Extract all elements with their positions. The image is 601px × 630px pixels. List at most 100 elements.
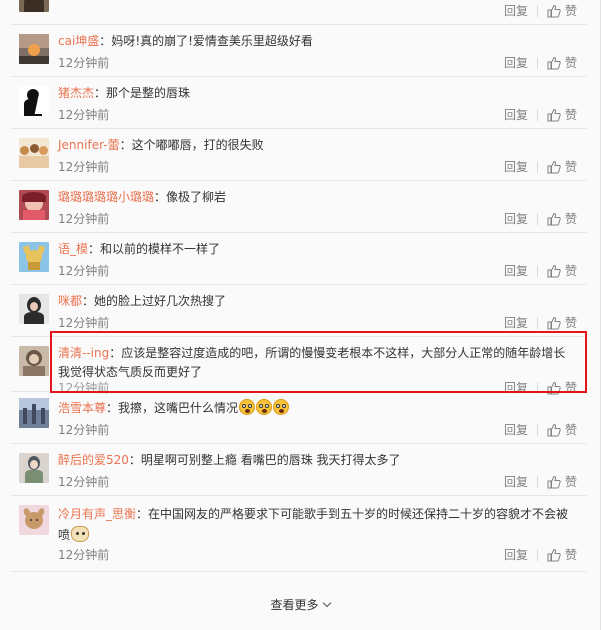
- comment-item: 回复 赞: [11, 0, 587, 25]
- comment-actions: 回复 赞: [504, 546, 577, 563]
- comment-username[interactable]: 冷月有声_思衡: [58, 507, 136, 521]
- comment-text: 明星啊可别整上瘾 看嘴巴的唇珠 我天打得太多了: [140, 453, 401, 467]
- thumbs-up-icon[interactable]: [547, 475, 561, 489]
- comment-actions: 回复 赞: [504, 421, 577, 438]
- like-button[interactable]: 赞: [565, 54, 577, 71]
- reply-button[interactable]: 回复: [504, 210, 528, 227]
- like-button[interactable]: 赞: [565, 210, 577, 227]
- reply-button[interactable]: 回复: [504, 421, 528, 438]
- comment-text: 她的脸上过好几次热搜了: [94, 294, 227, 308]
- comment-username[interactable]: 醉后的爱520: [58, 453, 129, 467]
- avatar[interactable]: [19, 453, 49, 483]
- comment-username[interactable]: 咪都: [58, 294, 82, 308]
- avatar[interactable]: [19, 346, 49, 376]
- comment-content: cai坤盛：妈呀!真的崩了!爱情查美乐里超级好看: [58, 34, 313, 48]
- thumbs-up-icon[interactable]: [547, 264, 561, 278]
- comment-item: 咪都：她的脸上过好几次热搜了 12分钟前 回复 赞: [11, 285, 587, 337]
- comment-time: 12分钟前: [58, 160, 110, 174]
- load-more-button[interactable]: 查看更多: [0, 596, 600, 613]
- avatar[interactable]: [19, 398, 49, 428]
- comment-item: Jennifer-蕾：这个嘟嘟唇，打的很失败 12分钟前 回复 赞: [11, 129, 587, 181]
- like-button[interactable]: 赞: [565, 158, 577, 175]
- action-divider: [536, 548, 538, 561]
- comment-item: 冷月有声_思衡：在中国网友的严格要求下可能歌手到五十岁的时候还保持二十岁的容貌才…: [11, 496, 587, 572]
- shocked-emoji-icon: [256, 399, 273, 415]
- thumbs-up-icon[interactable]: [547, 160, 561, 174]
- comment-actions: 回复 赞: [504, 54, 577, 71]
- comment-text: 我擦，这嘴巴什么情况: [118, 401, 239, 415]
- comment-username[interactable]: Jennifer-蕾: [58, 138, 120, 152]
- shocked-emoji-icon: [239, 399, 256, 415]
- comment-text: 妈呀!真的崩了!爱情查美乐里超级好看: [111, 34, 313, 48]
- reply-button[interactable]: 回复: [504, 54, 528, 71]
- comment-item: 清清--ing：应该是整容过度造成的吧，所谓的慢慢变老根本不这样，大部分人正常的…: [11, 337, 587, 395]
- comment-time: 12分钟前: [58, 548, 110, 562]
- avatar[interactable]: [19, 190, 49, 220]
- avatar[interactable]: [19, 138, 49, 168]
- action-divider: [536, 4, 538, 17]
- comment-item: cai坤盛：妈呀!真的崩了!爱情查美乐里超级好看 12分钟前 回复 赞: [11, 25, 587, 77]
- dog-emoji-icon: [71, 526, 90, 542]
- comment-content: 冷月有声_思衡：在中国网友的严格要求下可能歌手到五十岁的时候还保持二十岁的容貌才…: [58, 507, 569, 542]
- avatar[interactable]: [19, 34, 49, 64]
- reply-button[interactable]: 回复: [504, 262, 528, 279]
- like-button[interactable]: 赞: [565, 546, 577, 563]
- action-divider: [536, 212, 538, 225]
- avatar[interactable]: [19, 294, 49, 324]
- like-button[interactable]: 赞: [565, 262, 577, 279]
- comment-text: 这个嘟嘟唇，打的很失败: [131, 138, 264, 152]
- comment-content: 醉后的爱520：明星啊可别整上瘾 看嘴巴的唇珠 我天打得太多了: [58, 453, 401, 467]
- action-divider: [536, 160, 538, 173]
- reply-button[interactable]: 回复: [504, 314, 528, 331]
- like-button[interactable]: 赞: [565, 106, 577, 123]
- comment-item: 猪杰杰：那个是整的唇珠 12分钟前 回复 赞: [11, 77, 587, 129]
- reply-button[interactable]: 回复: [504, 546, 528, 563]
- thumbs-up-icon[interactable]: [547, 4, 561, 18]
- action-divider: [536, 475, 538, 488]
- comment-content: 浩雪本尊：我擦，这嘴巴什么情况: [58, 399, 577, 418]
- comment-username[interactable]: 语_模: [58, 242, 88, 256]
- action-divider: [536, 108, 538, 121]
- comment-list: 回复 赞 cai坤盛：妈呀!真的崩了!爱情查美乐里超级好看 12分钟前 回复 赞: [0, 0, 600, 572]
- avatar[interactable]: [19, 242, 49, 272]
- thumbs-up-icon[interactable]: [547, 212, 561, 226]
- action-divider: [536, 423, 538, 436]
- comment-actions: 回复 赞: [504, 158, 577, 175]
- comment-content: 咪都：她的脸上过好几次热搜了: [58, 294, 227, 308]
- thumbs-up-icon[interactable]: [547, 316, 561, 330]
- avatar[interactable]: [19, 0, 49, 12]
- reply-button[interactable]: 回复: [504, 473, 528, 490]
- comment-username[interactable]: 璐璐璐璐璐小璐璐: [58, 190, 154, 204]
- comment-time: 12分钟前: [58, 475, 110, 489]
- like-button[interactable]: 赞: [565, 473, 577, 490]
- comment-item: 璐璐璐璐璐小璐璐：像极了柳岩 12分钟前 回复 赞: [11, 181, 587, 233]
- comment-username[interactable]: cai坤盛: [58, 34, 99, 48]
- like-button[interactable]: 赞: [565, 2, 577, 19]
- reply-button[interactable]: 回复: [504, 158, 528, 175]
- action-divider: [536, 316, 538, 329]
- comment-text: 应该是整容过度造成的吧，所谓的慢慢变老根本不这样，大部分人正常的随年龄增长我觉得…: [58, 346, 566, 379]
- thumbs-up-icon[interactable]: [547, 108, 561, 122]
- like-button[interactable]: 赞: [565, 314, 577, 331]
- comment-panel: 回复 赞 cai坤盛：妈呀!真的崩了!爱情查美乐里超级好看 12分钟前 回复 赞: [0, 0, 601, 630]
- comment-username[interactable]: 清清--ing: [58, 346, 109, 360]
- like-button[interactable]: 赞: [565, 421, 577, 438]
- action-divider: [536, 264, 538, 277]
- comment-content: 清清--ing：应该是整容过度造成的吧，所谓的慢慢变老根本不这样，大部分人正常的…: [58, 346, 566, 379]
- thumbs-up-icon[interactable]: [547, 548, 561, 562]
- thumbs-up-icon[interactable]: [547, 56, 561, 70]
- comment-time: 12分钟前: [58, 108, 110, 122]
- avatar[interactable]: [19, 86, 49, 116]
- comment-item: 浩雪本尊：我擦，这嘴巴什么情况 12分钟前 回复 赞: [11, 389, 587, 444]
- comment-text: 像极了柳岩: [166, 190, 227, 204]
- chevron-down-icon: [322, 598, 331, 608]
- reply-button[interactable]: 回复: [504, 106, 528, 123]
- reply-button[interactable]: 回复: [504, 2, 528, 19]
- comment-text: 那个是整的唇珠: [106, 86, 191, 100]
- comment-time: 12分钟前: [58, 264, 110, 278]
- avatar[interactable]: [19, 505, 49, 535]
- comment-time: 12分钟前: [58, 423, 110, 437]
- comment-username[interactable]: 浩雪本尊: [58, 401, 106, 415]
- thumbs-up-icon[interactable]: [547, 423, 561, 437]
- comment-username[interactable]: 猪杰杰: [58, 86, 94, 100]
